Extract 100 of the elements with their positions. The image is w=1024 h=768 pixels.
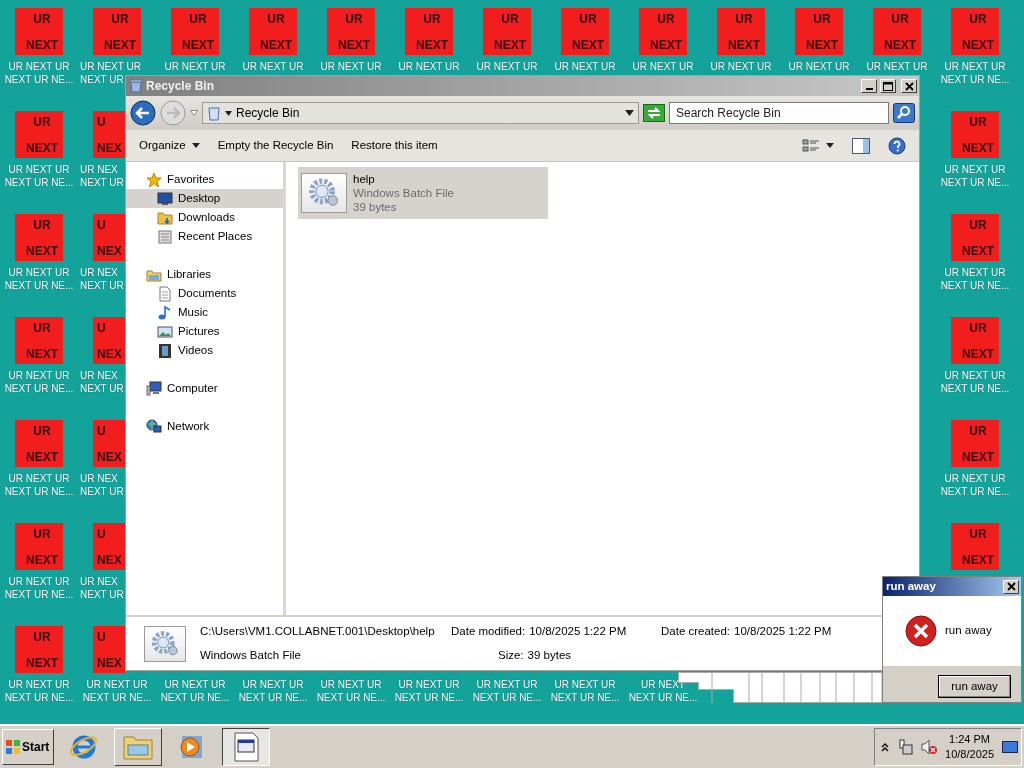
dialog-button[interactable]: run away [938,675,1011,698]
shortcut-tile[interactable]: UR NEXT [15,111,63,158]
tile-text: UR [267,11,285,28]
shortcut-tile[interactable]: U NEX [93,317,125,364]
tile-text: NEXT [572,37,604,54]
shortcut-tile[interactable]: U NEX [93,214,125,261]
toolbar-button[interactable]: Empty the Recycle Bin [210,133,341,158]
icon-label: NEXT UR NE... [4,691,74,704]
shortcut-tile[interactable]: U NEX [93,420,125,467]
icon-label: NEXT UR NE... [940,73,1010,86]
nav-item[interactable]: Favorites [126,170,283,189]
shortcut-tile[interactable]: UR NEXT [639,8,687,55]
icon-label: NEXT UR NE... [4,588,74,601]
menu-button[interactable]: Organize [132,133,207,158]
search-field[interactable]: Search Recycle Bin [669,102,889,124]
shortcut-tile[interactable]: UR NEXT [951,317,999,364]
maximize-button[interactable] [880,79,896,93]
file-path: C:\Users\VM1.COLLABNET.001\Desktop\help [200,624,436,640]
tile-text: NEXT [962,552,994,569]
tile-text: UR [813,11,831,28]
pane-icon [852,137,870,154]
icon-label: NEXT UR NE... [238,691,308,704]
shortcut-tile[interactable]: UR NEXT [951,523,999,570]
tile-text: UR [969,526,987,543]
shortcut-tile[interactable]: U NEX [93,626,125,673]
nav-item[interactable]: Computer [126,379,283,398]
icon-label: UR NEXT UR [788,60,850,73]
close-button[interactable] [901,79,917,93]
shortcut-tile[interactable]: UR NEXT [951,111,999,158]
show-desktop-icon[interactable] [1002,741,1018,753]
icon-label: UR NEXT UR [8,266,70,279]
taskbar-button[interactable] [222,728,270,766]
shortcut-tile[interactable]: UR NEXT [483,8,531,55]
shortcut-tile[interactable]: UR NEXT [951,420,999,467]
tile-text: UR [423,11,441,28]
shortcut-tile[interactable]: UR NEXT [15,214,63,261]
nav-item[interactable]: Documents [126,284,283,303]
back-button[interactable] [130,100,156,126]
refresh-button[interactable] [643,103,665,123]
nav-item[interactable]: Recent Places [126,227,283,246]
shortcut-tile[interactable]: UR NEXT [795,8,843,55]
nav-item[interactable]: Music [126,303,283,322]
tile-text: UR [891,11,909,28]
nav-item[interactable]: Downloads [126,208,283,227]
tile-text: UR [579,11,597,28]
icon-label: NEXT UR [79,382,124,395]
shortcut-tile[interactable]: UR NEXT [717,8,765,55]
shortcut-tile[interactable]: UR NEXT [15,523,63,570]
shortcut-tile[interactable]: UR NEXT [405,8,453,55]
minimize-button[interactable] [861,79,877,93]
network-icon[interactable] [897,739,914,755]
shortcut-tile[interactable]: UR NEXT [951,214,999,261]
icon-label: NEXT UR NE... [940,382,1010,395]
tile-text: NEXT [104,37,136,54]
file-item[interactable]: help Windows Batch File 39 bytes [298,167,548,219]
shortcut-tile[interactable]: UR NEXT [171,8,219,55]
shortcut-tile[interactable]: UR NEXT [15,420,63,467]
icon-label: UR NEXT UR [79,60,141,73]
shortcut-tile[interactable]: U NEX [93,523,125,570]
chevron-up-icon[interactable] [881,742,890,752]
nav-item[interactable]: Libraries [126,265,283,284]
icon-label: UR NEXT UR [866,60,928,73]
shortcut-tile[interactable]: UR NEXT [15,317,63,364]
shortcut-tile[interactable]: UR NEXT [561,8,609,55]
file-type: Windows Batch File [353,186,454,200]
toolbar-button[interactable]: Restore this item [344,133,445,158]
shortcut-tile[interactable]: U NEX [93,111,125,158]
shortcut-tile[interactable]: UR NEXT [249,8,297,55]
speaker-muted-icon[interactable] [921,739,938,755]
search-button[interactable] [893,103,915,123]
shortcut-tile[interactable]: UR NEXT [327,8,375,55]
icon-label: UR NEX [79,266,118,279]
icon-label: UR NEXT UR [8,472,70,485]
tile-text: NEXT [728,37,760,54]
close-button[interactable] [1003,579,1019,594]
nav-item[interactable]: Desktop [126,189,283,208]
icon-label: UR NEXT UR [554,678,616,691]
shortcut-tile[interactable]: UR NEXT [15,8,63,55]
icon-label: NEXT UR NE... [4,382,74,395]
recycle-bin-icon [207,105,221,121]
minimize-icon [865,88,873,90]
nav-item[interactable]: Videos [126,341,283,360]
file-name: help [353,172,376,186]
icon-label: NEXT UR NE... [4,176,74,189]
shortcut-tile[interactable]: UR NEXT [93,8,141,55]
icon-label: UR NEXT UR [242,60,304,73]
icon-label: UR NEXT UR [476,678,538,691]
shortcut-tile[interactable]: UR NEXT [15,626,63,673]
shortcut-tile[interactable]: UR NEXT [873,8,921,55]
dropdown-icon[interactable] [625,110,634,116]
address-field[interactable]: Recycle Bin [202,102,639,124]
dialog-title: run away [886,578,936,594]
nav-item[interactable]: Network [126,417,283,436]
tile-text: NEX [97,140,122,157]
tile-text: UR [969,320,987,337]
start-button[interactable]: Start [2,729,54,765]
tile-text: NEXT [650,37,682,54]
nav-item[interactable]: Pictures [126,322,283,341]
shortcut-tile[interactable]: UR NEXT [951,8,999,55]
icon-label: UR NEX [79,575,118,588]
